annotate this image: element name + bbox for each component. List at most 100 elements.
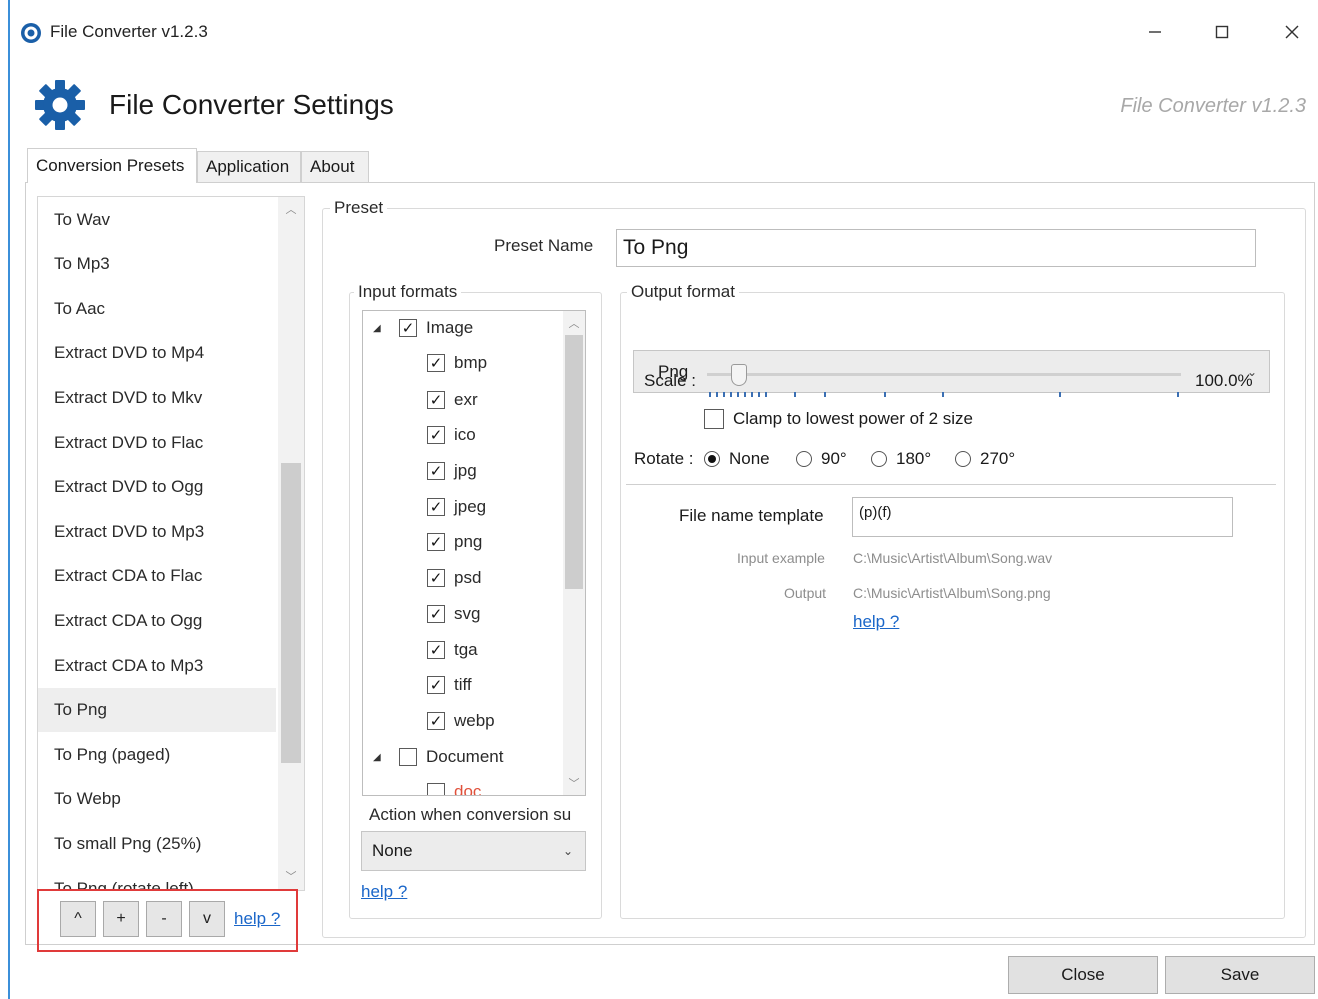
tree-item[interactable]: ✓ tiff: [427, 670, 472, 700]
window-border: [8, 0, 10, 999]
input-formats-scrollbar[interactable]: ︿ ﹀: [563, 311, 585, 795]
tree-item[interactable]: ✓ exr: [427, 385, 478, 415]
slider-thumb[interactable]: [731, 364, 747, 386]
scroll-up-icon[interactable]: ︿: [278, 201, 304, 219]
checkbox-checked[interactable]: ✓: [427, 462, 445, 480]
checkbox-checked[interactable]: ✓: [427, 676, 445, 694]
scrollbar-thumb[interactable]: [281, 463, 301, 763]
list-item[interactable]: Extract DVD to Mp3: [38, 510, 276, 554]
list-item[interactable]: To small Png (25%): [38, 822, 276, 866]
input-example-label: Input example: [737, 550, 825, 566]
chevron-down-icon: ⌄: [562, 844, 573, 858]
list-item[interactable]: Extract CDA to Mp3: [38, 644, 276, 688]
tree-item[interactable]: ✓ jpg: [427, 456, 477, 486]
tree-item[interactable]: ✓ jpeg: [427, 492, 486, 522]
checkbox-checked[interactable]: ✓: [427, 426, 445, 444]
move-up-button[interactable]: ^: [60, 901, 96, 937]
rotate-270-radio[interactable]: 270°: [955, 449, 1015, 469]
tree-item[interactable]: ✓ psd: [427, 563, 481, 593]
preset-list-scrollbar[interactable]: ︿ ﹀: [278, 197, 304, 890]
list-item[interactable]: To Png (rotate left): [38, 867, 276, 890]
checkbox-checked[interactable]: ✓: [427, 605, 445, 623]
template-help-link[interactable]: help ?: [853, 612, 899, 632]
list-item[interactable]: Extract DVD to Ogg: [38, 465, 276, 509]
tab-application[interactable]: Application: [197, 151, 301, 182]
list-item[interactable]: Extract DVD to Mp4: [38, 331, 276, 375]
radio-selected[interactable]: [704, 451, 720, 467]
tree-item[interactable]: ✓ ico: [427, 420, 476, 450]
list-item[interactable]: Extract DVD to Flac: [38, 421, 276, 465]
tree-item[interactable]: ✓ bmp: [427, 348, 487, 378]
radio-unselected[interactable]: [796, 451, 812, 467]
action-value: None: [372, 841, 413, 860]
checkbox-unchecked[interactable]: [427, 783, 445, 795]
rotate-180-radio[interactable]: 180°: [871, 449, 931, 469]
tree-item[interactable]: ✓ webp: [427, 706, 495, 736]
close-icon[interactable]: [1269, 14, 1315, 50]
clamp-checkbox[interactable]: [704, 409, 724, 429]
input-formats-tree[interactable]: ◢ ✓ Image ✓ bmp ✓ exr ✓ ico ✓ jpg ✓ jpeg…: [362, 310, 586, 796]
checkbox-unchecked[interactable]: [399, 748, 417, 766]
list-item[interactable]: To Png (paged): [38, 733, 276, 777]
scale-slider[interactable]: [707, 364, 1181, 404]
list-item[interactable]: Extract DVD to Mkv: [38, 376, 276, 420]
tree-item[interactable]: ✓ svg: [427, 599, 480, 629]
checkbox-checked[interactable]: ✓: [427, 391, 445, 409]
preset-list-help-link[interactable]: help ?: [234, 909, 280, 929]
tree-item[interactable]: ✓ tga: [427, 635, 478, 665]
collapse-icon[interactable]: ◢: [373, 752, 385, 763]
rotate-90-radio[interactable]: 90°: [796, 449, 847, 469]
input-formats-help-link[interactable]: help ?: [361, 882, 407, 902]
tree-item[interactable]: ✓ png: [427, 527, 482, 557]
list-item[interactable]: To Mp3: [38, 242, 276, 286]
scroll-up-icon[interactable]: ︿: [563, 315, 585, 333]
tree-item-document[interactable]: ◢ Document: [373, 742, 503, 772]
close-button[interactable]: Close: [1008, 956, 1158, 994]
save-button[interactable]: Save: [1165, 956, 1315, 994]
tree-item[interactable]: doc: [427, 777, 481, 795]
output-example-label: Output: [784, 585, 827, 601]
list-item[interactable]: To Wav: [38, 198, 276, 242]
tab-conversion-presets[interactable]: Conversion Presets: [27, 148, 197, 183]
list-item[interactable]: Extract CDA to Flac: [38, 554, 276, 598]
rotate-label: Rotate :: [634, 449, 694, 468]
scroll-down-icon[interactable]: ﹀: [563, 775, 585, 793]
scroll-down-icon[interactable]: ﹀: [278, 868, 304, 886]
slider-track: [707, 373, 1181, 376]
add-preset-button[interactable]: +: [103, 901, 139, 937]
checkbox-checked[interactable]: ✓: [427, 712, 445, 730]
tab-label: Application: [206, 157, 290, 176]
collapse-icon[interactable]: ◢: [373, 323, 385, 334]
checkbox-checked[interactable]: ✓: [427, 498, 445, 516]
checkbox-checked[interactable]: ✓: [427, 569, 445, 587]
maximize-icon[interactable]: [1199, 14, 1245, 50]
remove-preset-button[interactable]: -: [146, 901, 182, 937]
scrollbar-thumb[interactable]: [565, 335, 583, 589]
action-select[interactable]: None ⌄: [361, 831, 586, 871]
list-item[interactable]: To Webp: [38, 777, 276, 821]
move-down-button[interactable]: v: [189, 901, 225, 937]
rotate-none-radio[interactable]: None: [704, 449, 770, 469]
list-item-selected[interactable]: To Png: [38, 688, 276, 732]
tree-item-image[interactable]: ◢ ✓ Image: [373, 313, 473, 343]
checkbox-checked[interactable]: ✓: [399, 319, 417, 337]
preset-name-input[interactable]: To Png: [616, 229, 1256, 267]
checkbox-checked[interactable]: ✓: [427, 641, 445, 659]
checkbox-checked[interactable]: ✓: [427, 354, 445, 372]
template-input[interactable]: (p)(f): [852, 497, 1233, 537]
radio-unselected[interactable]: [955, 451, 971, 467]
input-formats-label: Input formats: [354, 282, 462, 302]
minimize-icon[interactable]: [1132, 14, 1178, 50]
scale-value: 100.0%: [1195, 371, 1253, 390]
tab-about[interactable]: About: [301, 151, 369, 182]
page-title: File Converter Settings: [109, 89, 394, 120]
preset-list[interactable]: To Wav To Mp3 To Aac Extract DVD to Mp4 …: [37, 196, 305, 891]
list-item[interactable]: To Aac: [38, 287, 276, 331]
radio-unselected[interactable]: [871, 451, 887, 467]
list-item[interactable]: Extract CDA to Ogg: [38, 599, 276, 643]
preset-name-label: Preset Name: [494, 236, 594, 255]
tab-label: About: [310, 157, 355, 176]
checkbox-checked[interactable]: ✓: [427, 533, 445, 551]
output-format-label: Output format: [627, 282, 739, 302]
clamp-checkbox-row[interactable]: Clamp to lowest power of 2 size: [704, 409, 973, 429]
